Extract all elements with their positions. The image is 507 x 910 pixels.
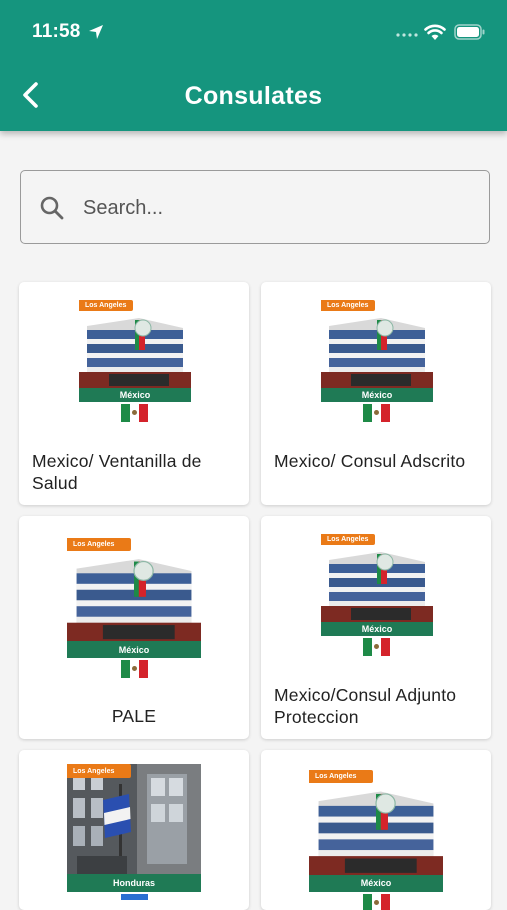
consulate-card[interactable]: Los Angeles México Mexico/ Consul Adscri…: [261, 282, 491, 505]
app-header: 11:58 Consulates: [0, 0, 507, 131]
image-tag: Los Angeles: [309, 770, 374, 784]
image-tag: Los Angeles: [67, 538, 132, 552]
consulate-card[interactable]: Los Angeles México Mexico/ Ventanilla de…: [19, 282, 249, 505]
card-label: Mexico/ Consul Adscrito: [274, 451, 466, 471]
status-bar: 11:58: [0, 0, 507, 60]
location-arrow-icon: [89, 25, 103, 39]
card-label: Mexico/ Ventanilla de Salud: [32, 451, 202, 493]
image-banner: México: [321, 621, 433, 636]
mexico-flag-icon: [121, 660, 148, 678]
image-banner: Honduras: [67, 874, 201, 892]
image-banner: México: [67, 641, 201, 658]
signal-icon: [396, 33, 418, 37]
search-icon: [40, 196, 64, 220]
consulate-image: Los Angeles Honduras: [67, 764, 201, 892]
consulate-card[interactable]: Los Angeles México: [261, 750, 491, 910]
search-input[interactable]: [83, 189, 473, 227]
image-banner: México: [309, 874, 443, 892]
consulate-image: Los Angeles México: [321, 534, 433, 636]
image-tag: Los Angeles: [321, 300, 375, 312]
search-box[interactable]: [20, 170, 490, 244]
consulate-image: Los Angeles México: [321, 300, 433, 402]
image-tag: Los Angeles: [67, 764, 132, 779]
wifi-icon: [424, 24, 446, 40]
consulate-image: Los Angeles México: [79, 300, 191, 402]
mexico-flag-icon: [363, 894, 390, 910]
status-time: 11:58: [32, 21, 81, 42]
image-banner: México: [321, 387, 433, 402]
card-label: PALE: [111, 706, 157, 726]
battery-icon: [454, 24, 485, 40]
consulate-card[interactable]: Los Angeles México PALE: [19, 516, 249, 739]
mexico-flag-icon: [363, 638, 390, 656]
consulate-image: Los Angeles México: [67, 538, 201, 658]
image-tag: Los Angeles: [321, 534, 375, 546]
consulate-card[interactable]: Los Angeles Honduras: [19, 750, 249, 910]
mexico-flag-icon: [121, 404, 148, 422]
mexico-flag-icon: [363, 404, 390, 422]
page-title: Consulates: [184, 82, 323, 110]
image-banner: México: [79, 387, 191, 402]
image-tag: Los Angeles: [79, 300, 133, 312]
honduras-flag-icon: [121, 894, 148, 900]
card-label: Mexico/Consul Adjunto Proteccion: [274, 685, 457, 727]
consulate-image: Los Angeles México: [309, 770, 443, 892]
consulate-card[interactable]: Los Angeles México Mexico/Consul Adjunto…: [261, 516, 491, 739]
